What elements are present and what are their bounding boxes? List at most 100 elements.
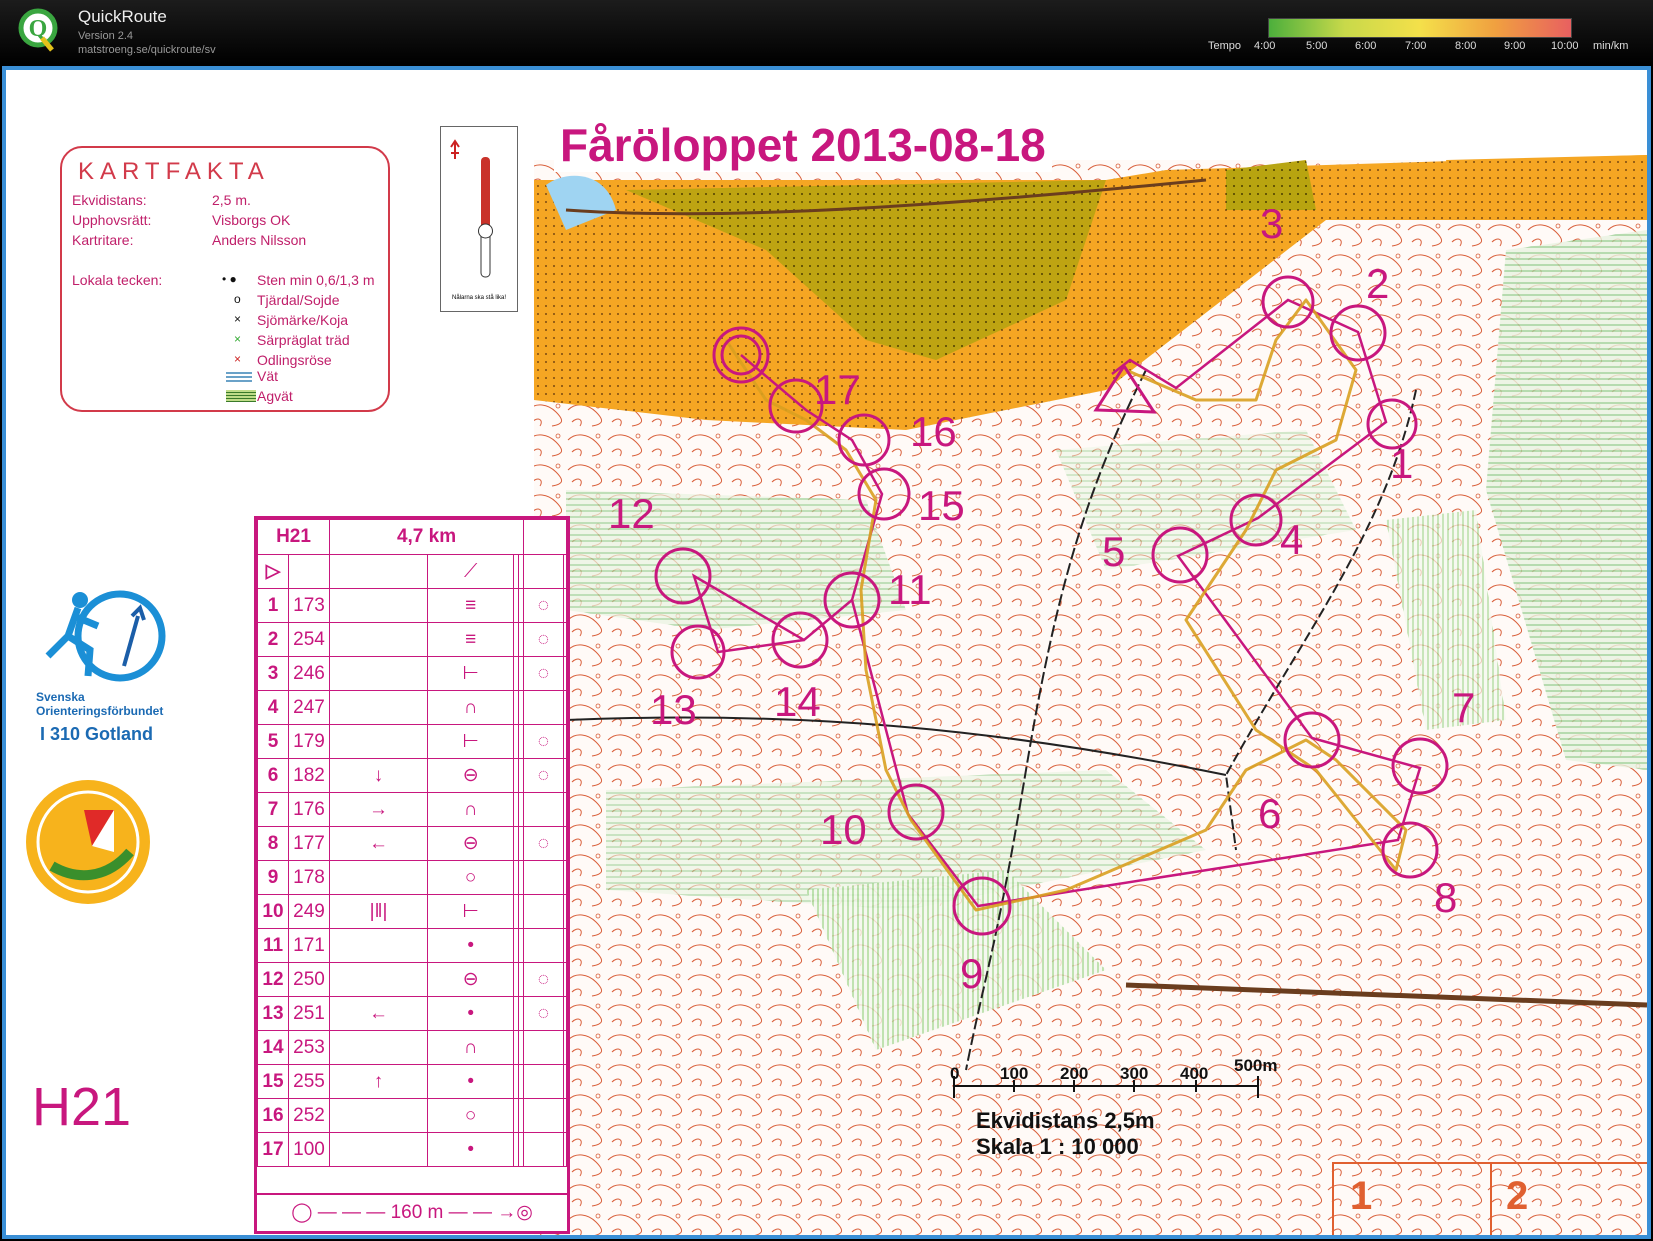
map-fact-value: Anders Nilsson xyxy=(212,232,307,248)
control-row: 5 179 ⊢ ◌ xyxy=(257,724,568,759)
road-crossing-icon: ⟋ xyxy=(427,554,515,589)
start-triangle-icon: ▷ xyxy=(257,554,289,589)
direction-symbol: ↑ xyxy=(328,1064,429,1099)
scale-tick: 300 xyxy=(1120,1064,1149,1083)
control-code: 246 xyxy=(288,656,330,691)
control-number: 4 xyxy=(257,690,289,725)
quickroute-logo-icon: Q xyxy=(18,8,58,52)
control-number: 13 xyxy=(257,996,289,1031)
control-number-label: 2 xyxy=(1366,260,1390,307)
map-fact-label: Upphovsrätt: xyxy=(72,212,152,228)
detail-symbol: ◌ xyxy=(523,826,564,861)
direction-symbol xyxy=(328,588,429,623)
feature-symbol: ≡ xyxy=(427,588,515,623)
control-row: 17 100 • xyxy=(257,1132,568,1167)
scale-tick: 500m xyxy=(1234,1056,1278,1075)
control-number-label: 11 xyxy=(888,566,932,613)
direction-symbol: → xyxy=(328,792,429,827)
scale-tick: 400 xyxy=(1180,1064,1209,1083)
symbol-label: Odlingsröse xyxy=(257,352,332,368)
tempo-tick: 9:00 xyxy=(1504,40,1526,52)
direction-symbol xyxy=(328,928,429,963)
control-number-label: 14 xyxy=(774,678,821,725)
control-code: 249 xyxy=(288,894,330,929)
dot-icon: • ● xyxy=(222,272,237,286)
control-number: 9 xyxy=(257,860,289,895)
control-number: 10 xyxy=(257,894,289,929)
control-code: 251 xyxy=(288,996,330,1031)
control-number-label: 1 xyxy=(1390,440,1414,487)
map-fact-value: Visborgs OK xyxy=(212,212,291,228)
control-code: 173 xyxy=(288,588,330,623)
control-code: 254 xyxy=(288,622,330,657)
empty-cell xyxy=(562,1098,568,1133)
control-number-label: 17 xyxy=(814,366,861,413)
feature-symbol: • xyxy=(427,1064,515,1099)
direction-symbol xyxy=(328,656,429,691)
map-fact-label: Kartritare: xyxy=(72,232,134,248)
detail-symbol xyxy=(523,860,564,895)
control-number-label: 16 xyxy=(910,408,957,455)
control-row: 9 178 ○ xyxy=(257,860,568,895)
control-code: 171 xyxy=(288,928,330,963)
empty-cell xyxy=(562,996,568,1031)
control-number-label: 9 xyxy=(960,950,984,997)
map-facts-box: KARTFAKTA Ekvidistans: 2,5 m. Upphovsrät… xyxy=(60,146,390,412)
control-row: 13 251 ← • ◌ xyxy=(257,996,568,1031)
course-length: 4,7 km xyxy=(328,519,525,555)
map-fact-label: Ekvidistans: xyxy=(72,192,147,208)
control-number: 17 xyxy=(257,1132,289,1167)
control-table: H21 4,7 km ▷ ⟋ 1 173 ≡ ◌ 2 254 ≡ ◌ 3 246 ⊢ ◌ 4 247 ∩ 5 1… xyxy=(257,519,568,1167)
feature-symbol: ⊖ xyxy=(427,758,515,793)
control-row: 8 177 ← ⊖ ◌ xyxy=(257,826,568,861)
leg-label: 2 xyxy=(1506,1174,1529,1218)
control-row: 11 171 • xyxy=(257,928,568,963)
federation-name-line2: Orienteringsförbundet xyxy=(36,704,164,718)
empty-cell xyxy=(562,792,568,827)
detail-symbol: ◌ xyxy=(523,588,564,623)
control-code: 250 xyxy=(288,962,330,997)
control-code: 178 xyxy=(288,860,330,895)
control-row: 6 182 ↓ ⊖ ◌ xyxy=(257,758,568,793)
empty-cell xyxy=(562,1064,568,1099)
detail-symbol: ◌ xyxy=(523,622,564,657)
control-number: 6 xyxy=(257,758,289,793)
detail-symbol xyxy=(523,690,564,725)
scale-tick: 100 xyxy=(1000,1064,1029,1083)
finish-arrow-icon: — — →◎ xyxy=(448,1202,533,1223)
feature-symbol: ∩ xyxy=(427,690,515,725)
symbol-label: Tjärdal/Sojde xyxy=(257,292,340,308)
direction-symbol: |‖| xyxy=(328,894,429,929)
leg-boxes: 1 2 xyxy=(1332,1162,1647,1235)
tempo-label: Tempo xyxy=(1208,40,1242,52)
map-canvas[interactable]: Fåröloppet 2013-08-18 KARTFAKTA Ekvidist… xyxy=(2,66,1651,1239)
empty-cell xyxy=(562,724,568,759)
course-name: H21 xyxy=(257,519,330,555)
feature-symbol: ∩ xyxy=(427,1030,515,1065)
feature-symbol: • xyxy=(427,1132,515,1167)
scale-legend: 0 100 200 300 400 500m Ekvidistans 2,5m Skala… xyxy=(950,1056,1277,1176)
direction-symbol xyxy=(328,622,429,657)
control-code: 252 xyxy=(288,1098,330,1133)
control-number-label: 3 xyxy=(1260,200,1284,247)
control-number-label: 4 xyxy=(1280,516,1304,563)
empty-cell xyxy=(562,928,568,963)
symbol-label: Sten min 0,6/1,3 m xyxy=(257,272,375,288)
direction-symbol xyxy=(328,1132,429,1167)
detail-symbol: ◌ xyxy=(523,724,564,759)
control-number-label: 10 xyxy=(820,806,867,853)
control-number: 3 xyxy=(257,656,289,691)
empty-cell xyxy=(562,826,568,861)
empty-cell xyxy=(562,656,568,691)
feature-symbol: • xyxy=(427,928,515,963)
tempo-color-scale xyxy=(1268,18,1572,38)
tempo-tick: 5:00 xyxy=(1306,40,1328,52)
tempo-unit: min/km xyxy=(1593,40,1629,52)
local-symbols-label: Lokala tecken: xyxy=(72,272,163,288)
detail-symbol xyxy=(523,894,564,929)
empty-cell xyxy=(562,962,568,997)
control-code: 182 xyxy=(288,758,330,793)
tempo-tick: 10:00 xyxy=(1551,40,1579,52)
empty-cell xyxy=(562,1132,568,1167)
header-row: H21 4,7 km xyxy=(257,519,567,555)
